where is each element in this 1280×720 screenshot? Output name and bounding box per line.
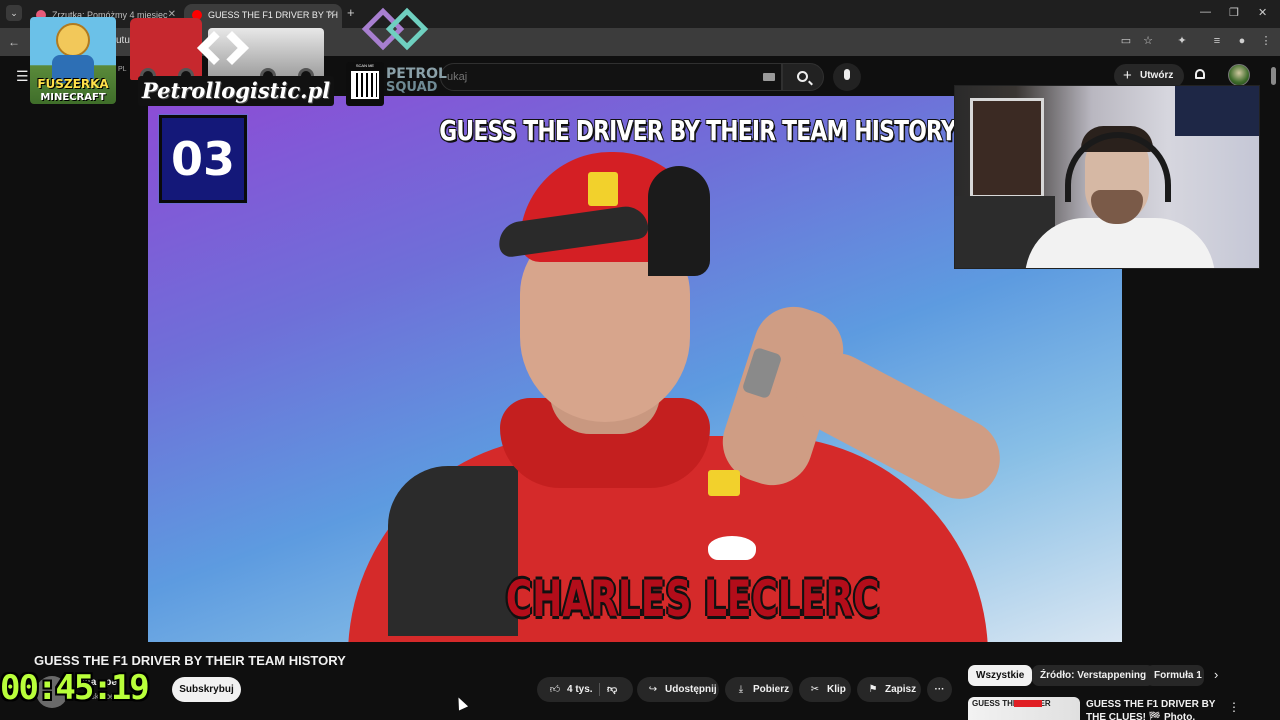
- tab-search-chevron-icon[interactable]: ⌄: [6, 5, 22, 21]
- keyboard-icon[interactable]: [763, 73, 775, 81]
- notifications-bell-icon[interactable]: [1193, 68, 1207, 82]
- chip-formula-1[interactable]: Formuła 1: [1146, 665, 1204, 686]
- chip-source-verstappening[interactable]: Źródło: Verstappening: [1032, 665, 1155, 686]
- bookmark-star-icon[interactable]: ☆: [1142, 35, 1154, 47]
- minimize-icon[interactable]: —: [1200, 6, 1211, 18]
- webcam-poster: [1175, 86, 1259, 136]
- screen: ⌄ Zrzutka: Pomóżmy 4 miesięc ✕ GUESS THE…: [0, 0, 1280, 720]
- petrol-squad-logo: PETROL SQUAD: [386, 67, 448, 95]
- driver-answer-name: CHARLES LECLERC: [505, 570, 880, 628]
- close-window-icon[interactable]: ✕: [1258, 6, 1267, 19]
- more-actions-button[interactable]: ···: [927, 677, 952, 702]
- recommendation-thumbnail[interactable]: GUESS THE DRIVER: [968, 697, 1080, 720]
- search-input[interactable]: [441, 64, 741, 90]
- profile-icon[interactable]: ●: [1236, 35, 1248, 47]
- fuszerka-minecraft-logo: FUSZERKA MINECRAFT: [30, 17, 116, 104]
- search-button[interactable]: [782, 63, 824, 91]
- reading-list-icon[interactable]: ≡: [1211, 35, 1223, 47]
- video-overlay-title: GUESS THE DRIVER BY THEIR TEAM HISTORY: [439, 114, 956, 147]
- streamer-shirt: [1025, 218, 1215, 268]
- qr-code: SCAN ME: [346, 62, 384, 106]
- recommendation-menu-icon[interactable]: ⋮: [1228, 700, 1240, 714]
- voice-search-button[interactable]: [833, 63, 861, 91]
- clip-label: Klip: [827, 684, 846, 695]
- download-icon: ⤓: [738, 684, 744, 695]
- thumbs-up-icon: 👍︎: [549, 684, 561, 695]
- driver-shirt-panel: [388, 466, 518, 636]
- cast-icon[interactable]: ▭: [1120, 35, 1132, 47]
- page-scrollbar[interactable]: [1271, 67, 1276, 85]
- save-button[interactable]: ⚑ Zapisz: [857, 677, 921, 702]
- petrol-squad-line2: SQUAD: [386, 80, 438, 95]
- like-button[interactable]: 👍︎ 4 tys. 👎︎: [537, 677, 633, 702]
- bookmark-icon: ⚑: [868, 684, 878, 695]
- video-title: GUESS THE F1 DRIVER BY THEIR TEAM HISTOR…: [34, 653, 346, 668]
- f1-logo-icon: [1014, 700, 1042, 707]
- share-button[interactable]: ↪ Udostępnij: [637, 677, 719, 702]
- minecraft-text: MINECRAFT: [40, 92, 106, 103]
- search-icon: [797, 71, 808, 82]
- download-button[interactable]: ⤓ Pobierz: [725, 677, 793, 702]
- shirt-badge-icon: [708, 470, 740, 496]
- browser-menu-icon[interactable]: ⋮: [1260, 35, 1272, 47]
- like-count: 4 tys.: [567, 684, 593, 695]
- sponsor-logo-icon: [708, 536, 756, 560]
- maximize-icon[interactable]: ❐: [1229, 6, 1239, 19]
- account-avatar[interactable]: [1228, 64, 1250, 86]
- download-label: Pobierz: [753, 684, 790, 695]
- scissors-icon: ✂: [810, 684, 820, 695]
- qr-caption: SCAN ME: [355, 63, 375, 68]
- mouse-cursor-icon: [453, 695, 469, 711]
- chip-all[interactable]: Wszystkie: [968, 665, 1033, 686]
- petrollogistic-logo: Petrollogistic.pl: [138, 76, 334, 106]
- save-label: Zapisz: [885, 684, 917, 695]
- youtube-logo-region[interactable]: PL: [118, 66, 127, 73]
- fuszerka-text: FUSZERKA: [37, 77, 109, 91]
- chevron-right-icon[interactable]: ›: [1214, 667, 1218, 682]
- webcam-window: [970, 98, 1044, 198]
- back-arrow-icon[interactable]: ←: [8, 35, 20, 49]
- webcam-overlay: [954, 85, 1260, 269]
- like-divider: [599, 683, 600, 696]
- thumbs-down-icon[interactable]: 👎︎: [607, 677, 617, 702]
- recommendation-title[interactable]: GUESS THE F1 DRIVER BY THE CLUES! 🏁 Phot…: [1086, 698, 1220, 720]
- bracket-logo-icon: [196, 28, 250, 78]
- clip-button[interactable]: ✂ Klip: [799, 677, 851, 702]
- share-label: Udostępnij: [665, 684, 717, 695]
- hamburger-menu-icon[interactable]: ☰: [16, 68, 29, 85]
- stream-timer: 00:45:19: [0, 668, 150, 708]
- close-tab-icon[interactable]: ✕: [328, 4, 336, 26]
- extensions-icon[interactable]: ✦: [1176, 35, 1188, 47]
- ferrari-logo-icon: [588, 172, 618, 206]
- petrol-squad-line1: PETROL: [386, 66, 447, 82]
- share-arrow-icon: ↪: [648, 684, 658, 695]
- qr-code-icon: [351, 71, 379, 99]
- new-tab-plus-icon[interactable]: +: [347, 5, 355, 20]
- builder-character-icon: [56, 23, 90, 57]
- microphone-icon: [844, 69, 850, 80]
- subscribe-button[interactable]: Subskrybuj: [172, 677, 241, 702]
- search-box[interactable]: [440, 63, 782, 91]
- diamond-logo-icon: [361, 4, 434, 58]
- question-number-box: 03: [158, 114, 248, 204]
- create-label: Utwórz: [1140, 70, 1174, 81]
- driver-cap-side: [648, 166, 710, 276]
